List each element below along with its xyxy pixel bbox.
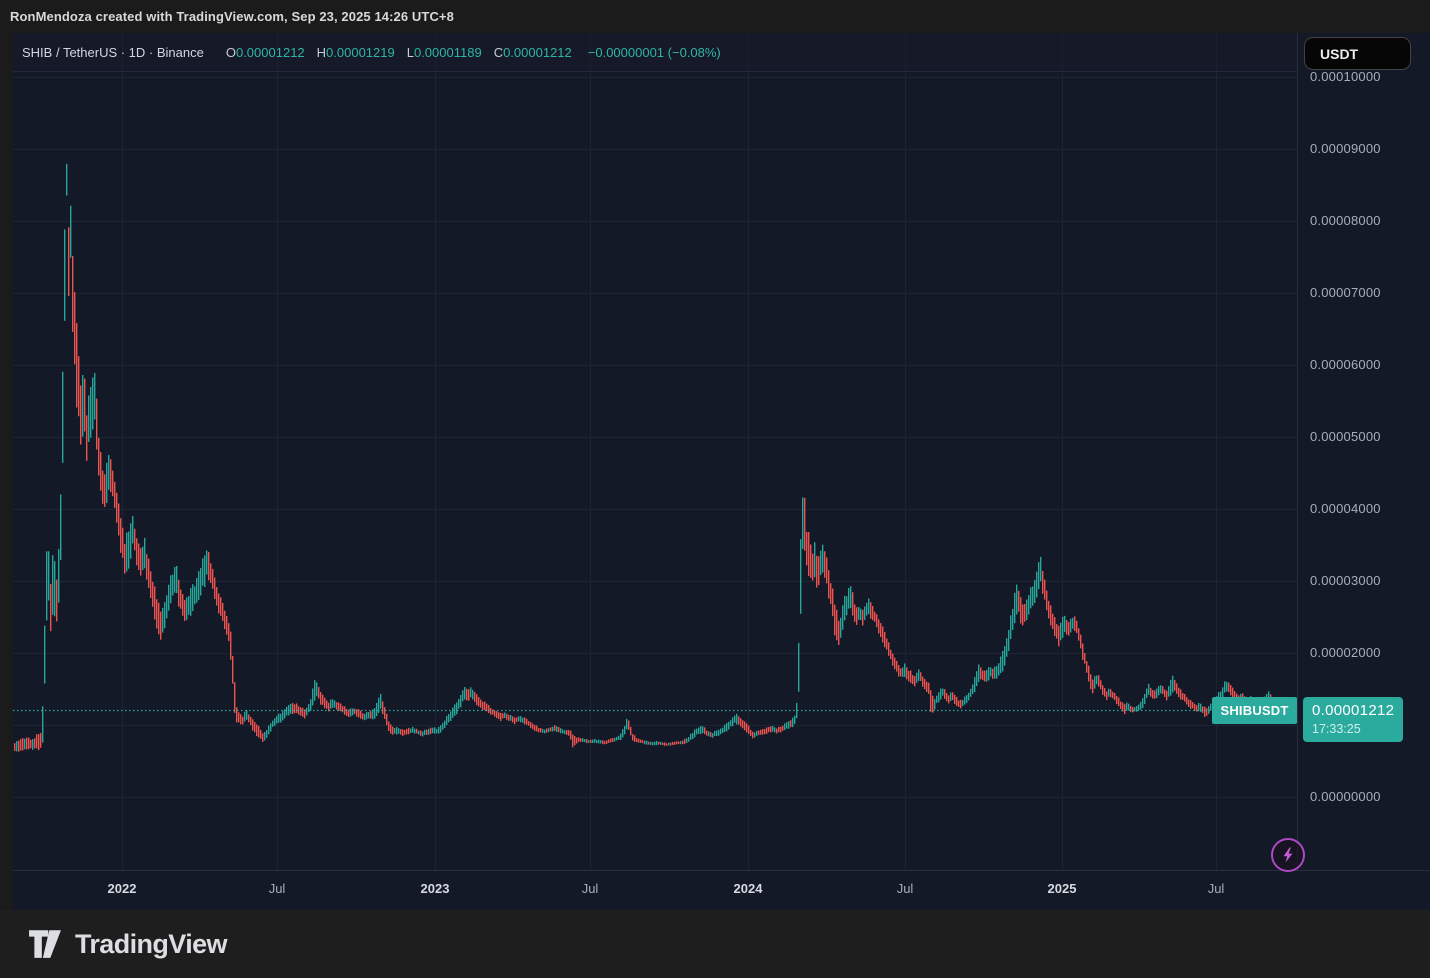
time-axis[interactable]: 2022 Jul 2023 Jul 2024 Jul 2025 Jul	[13, 870, 1430, 910]
ohlc-low: L0.00001189	[406, 44, 482, 60]
y-axis-label: 0.00004000	[1310, 501, 1381, 516]
x-axis-label: 2022	[107, 881, 137, 896]
y-axis-label: 0.00005000	[1310, 429, 1381, 444]
y-axis-label: 0.00002000	[1310, 645, 1381, 660]
ohlc-high: H0.00001219	[316, 44, 395, 60]
last-price-value: 0.00001212	[1312, 702, 1395, 719]
attribution-text: RonMendoza created with TradingView.com,…	[10, 9, 454, 24]
x-axis-label: Jul	[896, 881, 914, 896]
price-chart-canvas[interactable]	[13, 33, 1297, 870]
lightning-bolt-icon	[1283, 847, 1293, 863]
tradingview-snapshot: RonMendoza created with TradingView.com,…	[0, 0, 1430, 978]
x-axis-label: Jul	[581, 881, 599, 896]
symbol-title[interactable]: SHIB / TetherUS · 1D · Binance	[22, 45, 204, 60]
x-axis-label: 2023	[420, 881, 450, 896]
currency-toggle-label: USDT	[1320, 45, 1359, 62]
x-axis-label: Jul	[1207, 881, 1225, 896]
ohlc-low-value: 0.00001189	[413, 44, 482, 60]
brand-name: TradingView	[75, 928, 228, 959]
chart-region: SHIB / TetherUS · 1D · Binance O0.000012…	[13, 33, 1430, 910]
y-axis-label: 0.00007000	[1310, 285, 1381, 300]
y-axis-label: 0.00003000	[1310, 573, 1381, 588]
y-axis-label: 0.00010000	[1310, 69, 1381, 84]
ohlc-open: O0.00001212	[225, 44, 305, 60]
tradingview-logo[interactable]: TradingView	[28, 928, 228, 960]
x-axis-label: 2025	[1047, 881, 1077, 896]
x-axis-label: Jul	[268, 881, 286, 896]
tradingview-mark-icon	[29, 930, 61, 958]
price-axis[interactable]: USDT 0.00001212 17:33:25 0.00010000 0.000…	[1297, 33, 1430, 870]
ohlc-open-value: 0.00001212	[235, 44, 305, 60]
ohlc-high-value: 0.00001219	[326, 44, 395, 60]
y-axis-label: 0.00006000	[1310, 357, 1381, 372]
ohlc-close: C0.00001212	[493, 44, 572, 60]
symbol-legend: SHIB / TetherUS · 1D · Binance O0.000012…	[13, 33, 1297, 72]
boost-button[interactable]	[1271, 838, 1305, 872]
y-axis-label: 0.00008000	[1310, 213, 1381, 228]
x-axis-label: 2024	[733, 881, 763, 896]
symbol-price-tag: SHIBUSDT	[1212, 697, 1297, 724]
legend-change: −0.00000001 (−0.08%)	[587, 44, 721, 60]
y-axis-label: 0.00009000	[1310, 141, 1381, 156]
countdown-timer: 17:33:25	[1312, 722, 1361, 736]
y-axis-label: 0.00000000	[1310, 789, 1381, 804]
ohlc-close-value: 0.00001212	[503, 44, 572, 60]
attribution-bar: RonMendoza created with TradingView.com,…	[0, 0, 1430, 33]
footer-bar: TradingView	[0, 910, 1430, 978]
last-price-label: 0.00001212 17:33:25	[1303, 697, 1403, 742]
currency-toggle-button[interactable]: USDT	[1304, 37, 1411, 70]
